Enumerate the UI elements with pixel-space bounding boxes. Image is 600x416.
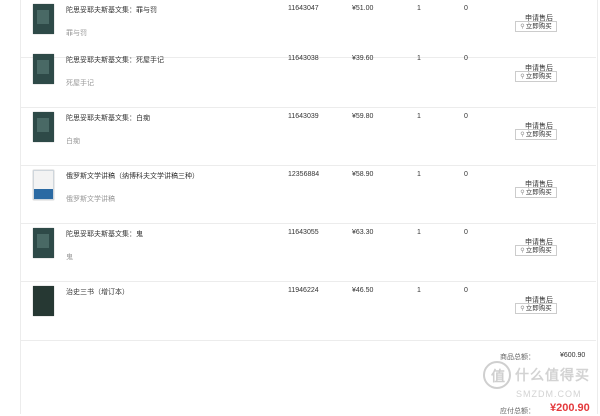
order-item-row: 治史三书（增订本） 11946224 ¥46.50 1 0 申请售后 ⚲立即购买 (21, 282, 596, 341)
buy-now-label: 立即购买 (525, 23, 552, 30)
item-price: ¥51.00 (352, 5, 374, 12)
item-subtitle: 罪与罚 (66, 30, 87, 37)
item-quantity: 1 (417, 171, 421, 178)
watermark-url: SMZDM.COM (516, 389, 582, 399)
cart-icon: ⚲ (520, 24, 525, 30)
item-price: ¥46.50 (352, 287, 374, 294)
item-extra-count: 0 (464, 171, 468, 178)
buy-now-label: 立即购买 (525, 189, 552, 196)
item-extra-count: 0 (464, 229, 468, 236)
item-title[interactable]: 治史三书（增订本） (66, 287, 129, 297)
buy-now-button[interactable]: ⚲立即购买 (515, 129, 557, 140)
item-sku: 11946224 (288, 287, 319, 294)
item-subtitle: 鬼 (66, 254, 73, 261)
item-extra-count: 0 (464, 287, 468, 294)
buy-now-button[interactable]: ⚲立即购买 (515, 245, 557, 256)
buy-now-button[interactable]: ⚲立即购买 (515, 303, 557, 314)
item-quantity: 1 (417, 229, 421, 236)
book-cover[interactable] (33, 112, 54, 142)
item-quantity: 1 (417, 113, 421, 120)
item-subtitle: 白痴 (66, 138, 80, 145)
book-cover[interactable] (33, 54, 54, 84)
watermark: 值 什么值得买 SMZDM.COM (471, 355, 595, 414)
cart-icon: ⚲ (520, 190, 525, 196)
buy-now-button[interactable]: ⚲立即购买 (515, 71, 557, 82)
item-sku: 11643039 (288, 113, 319, 120)
item-title[interactable]: 陀思妥耶夫斯基文集：鬼 (66, 229, 143, 239)
buy-now-button[interactable]: ⚲立即购买 (515, 21, 557, 32)
item-title[interactable]: 陀思妥耶夫斯基文集：白痴 (66, 113, 150, 123)
order-item-row: 陀思妥耶夫斯基文集：鬼 鬼 11643055 ¥63.30 1 0 申请售后 ⚲… (21, 224, 596, 282)
buy-now-label: 立即购买 (525, 131, 552, 138)
book-cover[interactable] (33, 4, 54, 34)
item-price: ¥39.60 (352, 55, 374, 62)
buy-now-button[interactable]: ⚲立即购买 (515, 187, 557, 198)
cart-icon: ⚲ (520, 132, 525, 138)
item-title[interactable]: 陀思妥耶夫斯基文集：罪与罚 (66, 5, 157, 15)
book-cover[interactable] (33, 286, 54, 316)
item-extra-count: 0 (464, 55, 468, 62)
cart-icon: ⚲ (520, 248, 525, 254)
buy-now-label: 立即购买 (525, 247, 552, 254)
item-extra-count: 0 (464, 5, 468, 12)
buy-now-label: 立即购买 (525, 305, 552, 312)
watermark-logo-icon: 值 (483, 361, 511, 389)
cart-icon: ⚲ (520, 74, 525, 80)
item-sku: 11643047 (288, 5, 319, 12)
item-price: ¥59.80 (352, 113, 374, 120)
item-sku: 12356884 (288, 171, 320, 178)
item-sku: 11643038 (288, 55, 319, 62)
book-cover[interactable] (33, 228, 54, 258)
item-sku: 11643055 (288, 229, 319, 236)
order-item-row: 陀思妥耶夫斯基文集：白痴 白痴 11643039 ¥59.80 1 0 申请售后… (21, 108, 596, 166)
item-quantity: 1 (417, 5, 421, 12)
item-quantity: 1 (417, 55, 421, 62)
item-quantity: 1 (417, 287, 421, 294)
watermark-text: 什么值得买 (515, 367, 590, 383)
cart-icon: ⚲ (520, 306, 525, 312)
item-subtitle: 死屋手记 (66, 80, 94, 87)
order-item-row: 俄罗斯文学讲稿（纳博科夫文学讲稿三种） 俄罗斯文学讲稿 12356884 ¥58… (21, 166, 596, 224)
book-cover[interactable] (33, 170, 54, 200)
item-title[interactable]: 俄罗斯文学讲稿（纳博科夫文学讲稿三种） (66, 171, 199, 181)
buy-now-label: 立即购买 (525, 73, 552, 80)
item-subtitle: 俄罗斯文学讲稿 (66, 196, 115, 203)
order-item-row: 陀思妥耶夫斯基文集：死屋手记 死屋手记 11643038 ¥39.60 1 0 … (21, 50, 596, 108)
item-price: ¥58.90 (352, 171, 374, 178)
item-extra-count: 0 (464, 113, 468, 120)
item-title[interactable]: 陀思妥耶夫斯基文集：死屋手记 (66, 55, 164, 65)
item-price: ¥63.30 (352, 229, 374, 236)
